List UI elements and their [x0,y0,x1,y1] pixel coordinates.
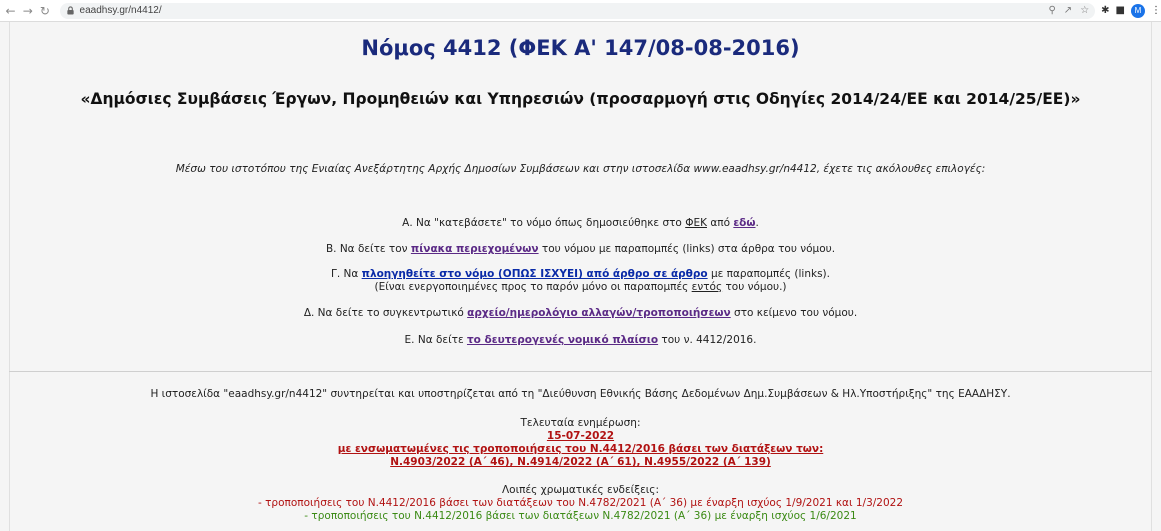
option-d: Δ. Να δείτε το συγκεντρωτικό αρχείο/ημερ… [303,307,858,319]
lock-icon [66,6,74,15]
changelog-link[interactable]: αρχείο/ημερολόγιο αλλαγών/τροποποιήσεων [467,307,731,319]
option-c: Γ. Να πλοηγηθείτε στο νόμο (ΟΠΩΣ ΙΣΧΥΕΙ)… [331,268,830,280]
last-update-label: Τελευταία ενημέρωση: [520,417,641,429]
page-subtitle: «Δημόσιες Συμβάσεις Έργων, Προμηθειών κα… [80,90,1081,108]
option-e: Ε. Να δείτε το δευτερογενές νομικό πλαίσ… [404,334,757,346]
table-of-contents-link[interactable]: πίνακα περιεχομένων [411,243,539,255]
reload-icon[interactable]: ↻ [36,2,53,20]
option-a: Α. Να "κατεβάσετε" το νόμο όπως δημοσιεύ… [402,217,759,229]
color-note-green: - τροποποιήσεις του Ν.4412/2016 βάσει τω… [304,510,857,522]
secondary-legislation-link[interactable]: το δευτερογενές νομικό πλαίσιο [467,334,658,346]
amendments-line-1: με ενσωματωμένες τις τροποποιήσεις του Ν… [337,443,824,455]
fek-label: ΦΕΚ [685,217,707,229]
avatar[interactable]: M [1131,3,1145,18]
address-bar[interactable]: eaadhsy.gr/n4412/ ⚲ ↗ ☆ [59,2,1096,19]
browser-toolbar: ← → ↻ eaadhsy.gr/n4412/ ⚲ ↗ ☆ ✱ ■ M ⋮ [0,0,1161,22]
option-c-note: (Είναι ενεργοποιημένες προς το παρόν μόν… [374,281,787,293]
option-b: Β. Να δείτε τον πίνακα περιεχομένων του … [325,243,836,255]
forward-icon[interactable]: → [19,2,36,20]
page-content: Νόμος 4412 (ΦΕΚ Α' 147/08-08-2016) «Δημό… [0,22,1161,531]
side-panel-icon[interactable]: ■ [1116,5,1125,16]
share-icon[interactable]: ↗ [1064,5,1072,16]
within-label: εντός [691,281,723,293]
navigate-law-link[interactable]: πλοηγηθείτε στο νόμο (ΟΠΩΣ ΙΣΧΥΕΙ) από ά… [362,268,708,280]
menu-icon[interactable]: ⋮ [1151,5,1161,16]
zoom-icon[interactable]: ⚲ [1048,5,1055,16]
other-colors-label: Λοιπές χρωματικές ενδείξεις: [502,484,659,496]
url-text: eaadhsy.gr/n4412/ [79,5,162,16]
divider [9,371,1152,372]
intro-text: Μέσω του ιστοτόπου της Ενιαίας Ανεξάρτητ… [175,163,986,175]
download-law-link[interactable]: εδώ [733,217,755,229]
page-title: Νόμος 4412 (ΦΕΚ Α' 147/08-08-2016) [361,36,800,60]
color-note-red: - τροποποιήσεις του Ν.4412/2016 βάσει τω… [257,497,904,509]
last-update-date: 15-07-2022 [546,430,615,442]
bookmark-star-icon[interactable]: ☆ [1080,5,1089,16]
amendments-line-2: Ν.4903/2022 (Α΄ 46), Ν.4914/2022 (Α΄ 61)… [390,456,771,468]
extensions-icon[interactable]: ✱ [1101,5,1109,16]
maintenance-note: Η ιστοσελίδα "eaadhsy.gr/n4412" συντηρεί… [150,388,1011,400]
back-icon[interactable]: ← [2,2,19,20]
